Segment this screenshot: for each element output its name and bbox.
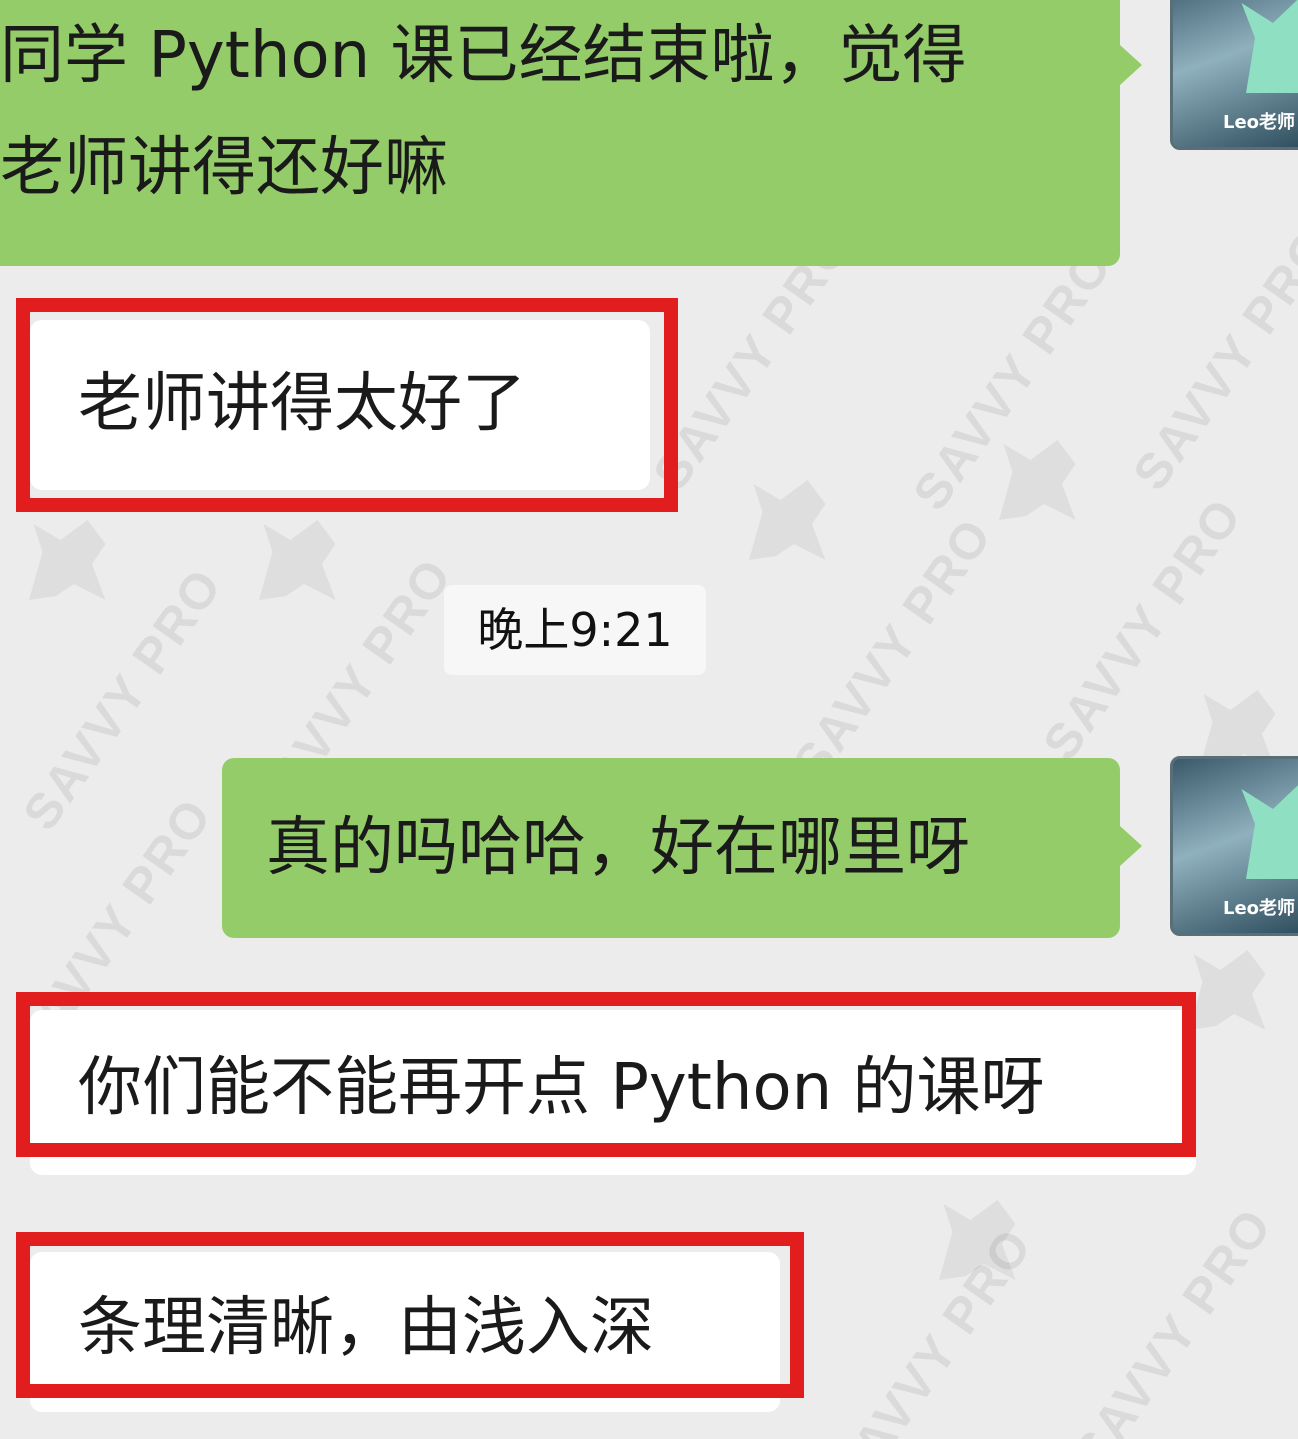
watermark-text: SAVVY PRO	[12, 557, 234, 841]
sent-message-bubble[interactable]: 真的吗哈哈，好在哪里呀	[222, 758, 1120, 938]
watermark-text: SAVVY PRO	[822, 1217, 1044, 1439]
bubble-tail	[1120, 826, 1142, 866]
watermark-logo	[29, 520, 106, 600]
timestamp: 晚上9:21	[444, 585, 706, 675]
watermark-logo	[749, 480, 826, 560]
highlight-box	[16, 1232, 804, 1398]
watermark-text: SAVVY PRO	[1122, 217, 1298, 501]
message-text: 真的吗哈哈，好在哪里呀	[266, 811, 970, 885]
watermark-text: SAVVY PRO	[902, 237, 1124, 521]
bubble-tail	[1120, 45, 1142, 85]
sent-message-bubble[interactable]: 同学 Python 课已经结束啦，觉得 老师讲得还好嘛	[0, 0, 1120, 266]
watermark-logo	[939, 1200, 1016, 1280]
avatar-caption: Leo老师	[1223, 898, 1296, 919]
message-text: 老师讲得还好嘛	[0, 131, 448, 205]
highlight-box	[16, 298, 678, 512]
highlight-box	[16, 992, 1196, 1157]
watermark-logo	[259, 520, 336, 600]
message-text: 同学 Python 课已经结束啦，觉得	[0, 19, 967, 93]
watermark-text: SAVVY PRO	[1032, 487, 1254, 771]
unicorn-logo-icon	[1241, 779, 1298, 879]
watermark-text: SAVVY PRO	[1062, 1197, 1284, 1439]
watermark-logo	[999, 440, 1076, 520]
unicorn-logo-icon	[1241, 0, 1298, 93]
watermark-text: SAVVY PRO	[782, 507, 1004, 791]
avatar[interactable]: Leo老师	[1170, 0, 1298, 150]
avatar[interactable]: Leo老师	[1170, 756, 1298, 936]
avatar-caption: Leo老师	[1223, 112, 1296, 133]
